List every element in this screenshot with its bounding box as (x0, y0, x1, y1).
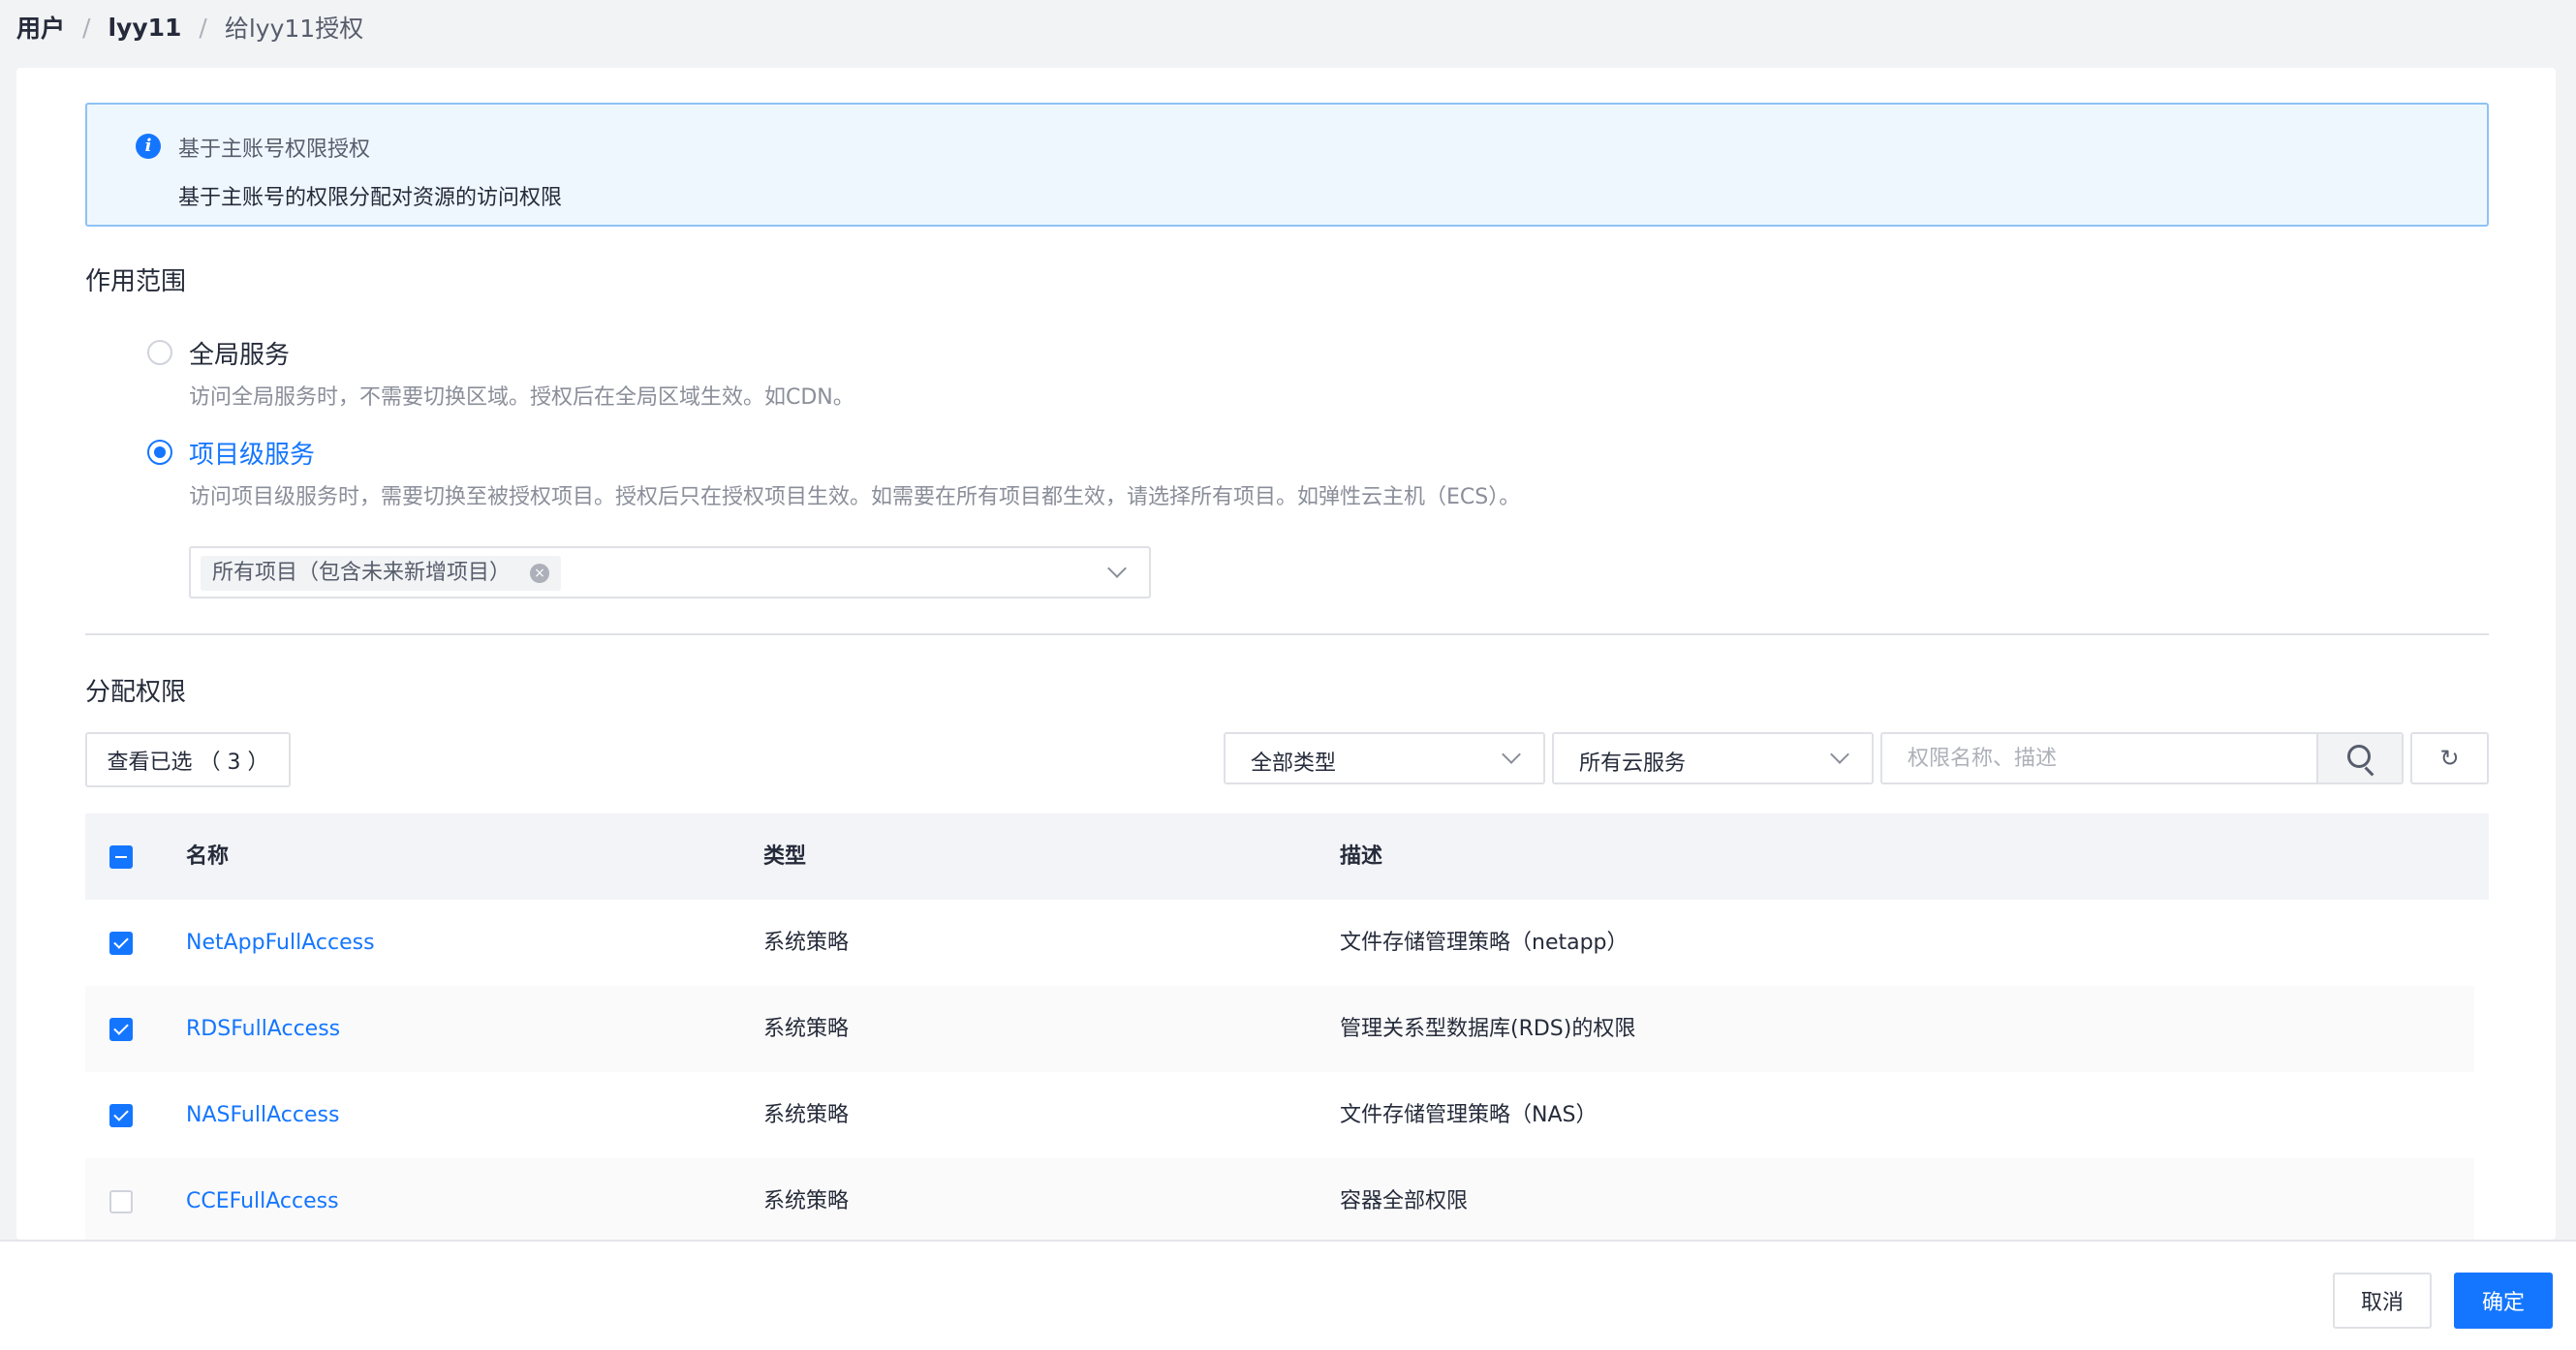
cancel-button[interactable]: 取消 (2333, 1273, 2432, 1329)
breadcrumb-current: 给lyy11授权 (224, 15, 364, 43)
radio-project-service-description: 访问项目级服务时，需要切换至被授权项目。授权后只在授权项目生效。如需要在所有项目… (189, 485, 1521, 509)
chevron-down-icon (1107, 559, 1127, 578)
breadcrumb-separator: / (199, 13, 207, 42)
radio-global-service-label[interactable]: 全局服务 (189, 335, 290, 371)
permission-search (1880, 732, 2404, 784)
view-selected-button[interactable]: 查看已选 （ 3 ） (85, 732, 291, 787)
service-filter-value: 所有云服务 (1579, 752, 1687, 776)
policy-name-link[interactable]: NetAppFullAccess (186, 900, 375, 986)
table-row[interactable]: NetAppFullAccess 系统策略 文件存储管理策略（netapp） (85, 900, 2474, 986)
chevron-down-icon (1830, 745, 1849, 764)
table-row[interactable]: CCEFullAccess 系统策略 容器全部权限 (85, 1158, 2474, 1240)
radio-global-service-description: 访问全局服务时，不需要切换区域。授权后在全局区域生效。如CDN。 (189, 385, 854, 410)
footer-bar: 取消 确定 (0, 1240, 2576, 1350)
info-title: 基于主账号权限授权 (178, 138, 371, 162)
policy-name-link[interactable]: NASFullAccess (186, 1072, 339, 1158)
row-checkbox[interactable] (109, 1190, 133, 1213)
row-checkbox[interactable] (109, 932, 133, 955)
radio-project-service-label[interactable]: 项目级服务 (189, 435, 315, 471)
policy-description: 文件存储管理策略（NAS） (1340, 1103, 1598, 1127)
type-filter-value: 全部类型 (1251, 752, 1337, 776)
column-header-type: 类型 (763, 844, 807, 869)
select-all-checkbox[interactable] (109, 845, 133, 869)
column-header-name: 名称 (186, 844, 230, 869)
policy-type: 系统策略 (763, 1103, 850, 1127)
breadcrumb-separator: / (82, 13, 91, 42)
policy-description: 文件存储管理策略（netapp） (1340, 931, 1629, 955)
breadcrumb-user-link[interactable]: lyy11 (108, 14, 181, 42)
policy-type: 系统策略 (763, 1017, 850, 1041)
project-tag-label: 所有项目（包含未来新增项目） (212, 561, 512, 585)
main-card: i 基于主账号权限授权 基于主账号的权限分配对资源的访问权限 作用范围 全局服务… (16, 68, 2556, 1240)
search-button[interactable] (2316, 734, 2402, 782)
info-description: 基于主账号的权限分配对资源的访问权限 (178, 186, 563, 210)
policy-type: 系统策略 (763, 1189, 850, 1213)
policy-description: 管理关系型数据库(RDS)的权限 (1340, 1017, 1636, 1041)
project-tag: 所有项目（包含未来新增项目） × (201, 556, 562, 591)
table-row[interactable]: NASFullAccess 系统策略 文件存储管理策略（NAS） (85, 1072, 2474, 1158)
info-alert: i 基于主账号权限授权 基于主账号的权限分配对资源的访问权限 (85, 103, 2489, 227)
project-select[interactable]: 所有项目（包含未来新增项目） × (189, 546, 1151, 598)
service-filter-select[interactable]: 所有云服务 (1552, 732, 1874, 784)
refresh-icon: ↻ (2439, 745, 2460, 772)
permission-search-input[interactable] (1882, 734, 2318, 782)
scope-title: 作用范围 (85, 267, 187, 296)
policy-description: 容器全部权限 (1340, 1189, 1469, 1213)
breadcrumb: 用户 / lyy11 / 给lyy11授权 (16, 8, 363, 46)
radio-project-service[interactable] (147, 440, 172, 465)
refresh-button[interactable]: ↻ (2410, 732, 2489, 784)
tag-close-icon[interactable]: × (530, 564, 550, 583)
breadcrumb-users-link[interactable]: 用户 (16, 10, 65, 45)
info-icon: i (136, 134, 161, 159)
chevron-down-icon (1502, 745, 1521, 764)
table-row[interactable]: RDSFullAccess 系统策略 管理关系型数据库(RDS)的权限 (85, 986, 2474, 1072)
row-checkbox[interactable] (109, 1018, 133, 1041)
type-filter-select[interactable]: 全部类型 (1224, 732, 1545, 784)
confirm-button[interactable]: 确定 (2454, 1273, 2553, 1329)
policy-type: 系统策略 (763, 931, 850, 955)
radio-global-service[interactable] (147, 340, 172, 365)
search-icon-handle (2364, 766, 2374, 777)
policy-name-link[interactable]: RDSFullAccess (186, 986, 340, 1072)
section-divider (85, 633, 2489, 635)
search-icon (2347, 745, 2371, 768)
row-checkbox[interactable] (109, 1104, 133, 1127)
column-header-description: 描述 (1340, 844, 1383, 869)
policy-name-link[interactable]: CCEFullAccess (186, 1158, 339, 1244)
table-header: 名称 类型 描述 (85, 813, 2489, 900)
permissions-title: 分配权限 (85, 678, 187, 707)
